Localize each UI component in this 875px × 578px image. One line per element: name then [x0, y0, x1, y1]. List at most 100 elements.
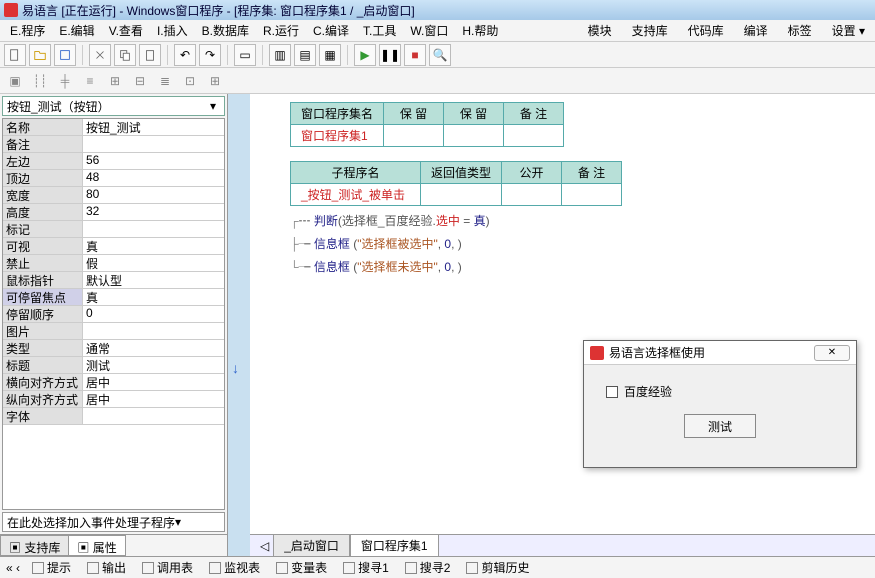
t2-8[interactable]: ⊡	[179, 70, 201, 92]
menu-database[interactable]: B.数据库	[196, 20, 255, 41]
prop-val[interactable]	[83, 408, 224, 424]
prop-row[interactable]: 纵向对齐方式居中	[3, 391, 224, 408]
sb-vars[interactable]: 变量表	[272, 558, 331, 577]
prop-row[interactable]: 可视真	[3, 238, 224, 255]
checkbox-baidu[interactable]: 百度经验	[606, 383, 834, 400]
prop-row[interactable]: 备注	[3, 136, 224, 153]
prop-row[interactable]: 左边56	[3, 153, 224, 170]
tab-assembly1[interactable]: 窗口程序集1	[350, 534, 439, 556]
find-icon[interactable]: 🔍	[429, 44, 451, 66]
menu-support[interactable]: 支持库	[626, 20, 674, 41]
menu-view[interactable]: V.查看	[103, 20, 149, 41]
window-title: 易语言 [正在运行] - Windows窗口程序 - [程序集: 窗口程序集1 …	[22, 2, 415, 19]
new-icon[interactable]	[4, 44, 26, 66]
prop-row[interactable]: 高度32	[3, 204, 224, 221]
grid-icon[interactable]: ▦	[319, 44, 341, 66]
object-combo[interactable]: 按钮_测试（按钮） ▾	[2, 96, 225, 116]
menu-run[interactable]: R.运行	[257, 20, 305, 41]
prop-row[interactable]: 宽度80	[3, 187, 224, 204]
prop-row[interactable]: 名称按钮_测试	[3, 119, 224, 136]
prop-row[interactable]: 可停留焦点真	[3, 289, 224, 306]
prop-row[interactable]: 类型通常	[3, 340, 224, 357]
prop-row[interactable]: 禁止假	[3, 255, 224, 272]
menu-tools[interactable]: T.工具	[357, 20, 402, 41]
stop-icon[interactable]: ■	[404, 44, 426, 66]
prop-row[interactable]: 标记	[3, 221, 224, 238]
sb-nav-left[interactable]: « ‹	[6, 561, 20, 575]
prop-val[interactable]: 真	[83, 238, 224, 254]
t2-2[interactable]: ┊┊	[29, 70, 51, 92]
select-icon[interactable]: ▭	[234, 44, 256, 66]
prop-val[interactable]: 默认型	[83, 272, 224, 288]
prop-val[interactable]: 真	[83, 289, 224, 305]
menu-module[interactable]: 模块	[582, 20, 618, 41]
code-editor[interactable]: 窗口程序集名保 留保 留备 注 窗口程序集1 子程序名返回值类型公开备 注 _按…	[250, 94, 875, 556]
prop-row[interactable]: 停留顺序0	[3, 306, 224, 323]
prop-val[interactable]: 居中	[83, 374, 224, 390]
prop-val[interactable]: 按钮_测试	[83, 119, 224, 135]
close-icon[interactable]: ✕	[814, 345, 850, 361]
prop-val[interactable]	[83, 136, 224, 152]
cut-icon[interactable]	[89, 44, 111, 66]
paste-icon[interactable]	[139, 44, 161, 66]
prop-val[interactable]: 56	[83, 153, 224, 169]
prop-val[interactable]	[83, 221, 224, 237]
prop-val[interactable]: 通常	[83, 340, 224, 356]
split-h-icon[interactable]: ▥	[269, 44, 291, 66]
t2-7[interactable]: ≣	[154, 70, 176, 92]
menu-edit[interactable]: E.编辑	[53, 20, 100, 41]
prop-row[interactable]: 字体	[3, 408, 224, 425]
menu-build[interactable]: 编译	[738, 20, 774, 41]
dialog-titlebar[interactable]: 易语言选择框使用 ✕	[584, 341, 856, 365]
run-icon[interactable]: ▶	[354, 44, 376, 66]
prop-val[interactable]: 测试	[83, 357, 224, 373]
prop-val[interactable]: 假	[83, 255, 224, 271]
sb-search2[interactable]: 搜寻2	[401, 558, 455, 577]
sb-output[interactable]: 输出	[83, 558, 130, 577]
prop-val[interactable]: 0	[83, 306, 224, 322]
t2-9[interactable]: ⊞	[204, 70, 226, 92]
menu-insert[interactable]: I.插入	[151, 20, 194, 41]
tabs-left-icon[interactable]: ◁	[256, 539, 273, 553]
menu-compile[interactable]: C.编译	[307, 20, 355, 41]
sb-search1[interactable]: 搜寻1	[339, 558, 393, 577]
redo-icon[interactable]: ↷	[199, 44, 221, 66]
prop-val[interactable]: 80	[83, 187, 224, 203]
t2-3[interactable]: ╪	[54, 70, 76, 92]
undo-icon[interactable]: ↶	[174, 44, 196, 66]
split-v-icon[interactable]: ▤	[294, 44, 316, 66]
prop-val[interactable]: 32	[83, 204, 224, 220]
copy-icon[interactable]	[114, 44, 136, 66]
t2-6[interactable]: ⊟	[129, 70, 151, 92]
t2-4[interactable]: ≡	[79, 70, 101, 92]
tab-startup[interactable]: _启动窗口	[273, 534, 350, 556]
tab-properties[interactable]: ▣ 属性	[68, 535, 125, 556]
sb-tip[interactable]: 提示	[28, 558, 75, 577]
prop-val[interactable]: 居中	[83, 391, 224, 407]
prop-row[interactable]: 横向对齐方式居中	[3, 374, 224, 391]
prop-val[interactable]: 48	[83, 170, 224, 186]
prop-row[interactable]: 鼠标指针默认型	[3, 272, 224, 289]
prop-row[interactable]: 顶边48	[3, 170, 224, 187]
menu-program[interactable]: E.程序	[4, 20, 51, 41]
open-icon[interactable]	[29, 44, 51, 66]
prop-val[interactable]	[83, 323, 224, 339]
event-combo[interactable]: 在此处选择加入事件处理子程序 ▾	[2, 512, 225, 532]
prop-row[interactable]: 标题测试	[3, 357, 224, 374]
tab-support[interactable]: ▣ 支持库	[0, 535, 69, 556]
sb-calltable[interactable]: 调用表	[138, 558, 197, 577]
menu-window[interactable]: W.窗口	[404, 20, 454, 41]
menu-settings[interactable]: 设置 ▾	[826, 20, 871, 41]
save-icon[interactable]	[54, 44, 76, 66]
menu-codelib[interactable]: 代码库	[682, 20, 730, 41]
sb-watch[interactable]: 监视表	[205, 558, 264, 577]
menu-tags[interactable]: 标签	[782, 20, 818, 41]
property-grid[interactable]: 名称按钮_测试备注左边56顶边48宽度80高度32标记可视真禁止假鼠标指针默认型…	[2, 118, 225, 510]
sb-clip[interactable]: 剪辑历史	[462, 558, 533, 577]
menu-help[interactable]: H.帮助	[456, 20, 504, 41]
pause-icon[interactable]: ❚❚	[379, 44, 401, 66]
t2-5[interactable]: ⊞	[104, 70, 126, 92]
test-button[interactable]: 测试	[684, 414, 756, 438]
prop-row[interactable]: 图片	[3, 323, 224, 340]
t2-1[interactable]: ▣	[4, 70, 26, 92]
